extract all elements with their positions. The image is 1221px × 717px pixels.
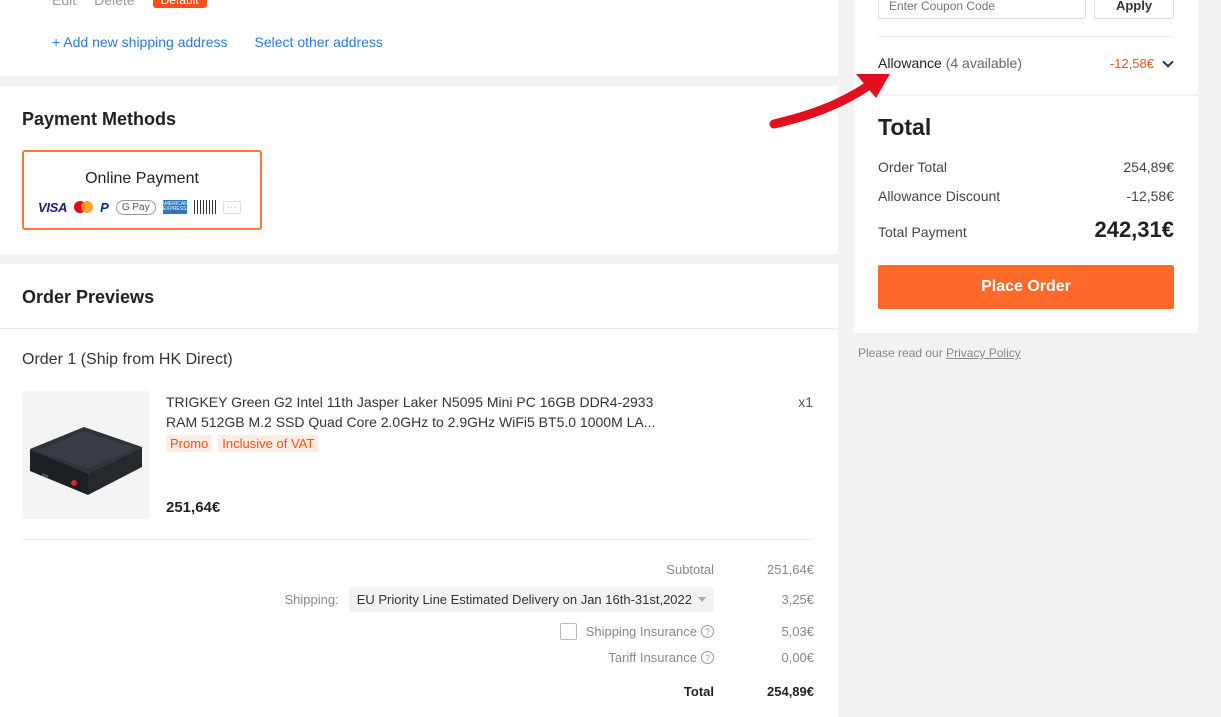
subtotal-row: Subtotal 251,64€ <box>666 562 814 577</box>
payment-methods-title: Payment Methods <box>22 109 177 129</box>
apply-coupon-button[interactable]: Apply <box>1094 0 1174 19</box>
divider <box>0 328 838 329</box>
product-price: 251,64€ <box>166 499 221 516</box>
divider <box>878 36 1174 37</box>
amex-logo: AMERICAN EXPRESS <box>161 200 188 214</box>
total-payment-value: 242,31€ <box>1094 217 1174 242</box>
tariff-insurance-label: Tariff Insurance <box>608 650 697 665</box>
payment-methods-panel: Payment Methods Online Payment VISA P G … <box>0 86 838 254</box>
subtotal-label: Subtotal <box>666 562 714 577</box>
vat-tag: Inclusive of VAT <box>218 435 319 452</box>
allowance-discount-value: -12,58€ <box>1126 188 1174 204</box>
privacy-notice: Please read our Privacy Policy <box>858 346 1021 360</box>
add-shipping-address-link[interactable]: + Add new shipping address <box>52 34 228 50</box>
online-payment-option[interactable]: Online Payment VISA P G Pay AMERICAN EXP… <box>22 150 262 230</box>
tariff-insurance-value: 0,00€ <box>781 650 814 665</box>
paypal-logo: P <box>100 199 109 215</box>
shipping-insurance-row: Shipping Insurance ? 5,03€ <box>559 623 814 640</box>
google-pay-logo: G Pay <box>115 199 156 215</box>
shipping-method-select[interactable]: EU Priority Line Estimated Delivery on J… <box>348 587 714 612</box>
coupon-code-input[interactable] <box>878 0 1086 19</box>
address-links: + Add new shipping address Select other … <box>52 34 383 50</box>
shipping-insurance-label: Shipping Insurance <box>585 624 697 639</box>
allowance-row[interactable]: Allowance (4 available) -12,58€ <box>878 55 1174 71</box>
help-icon[interactable]: ? <box>701 651 714 664</box>
shipping-label: Shipping: <box>284 592 339 607</box>
shipping-value: 3,25€ <box>781 592 814 607</box>
edit-address-link[interactable]: Edit <box>52 0 76 8</box>
allowance-amount: -12,58€ <box>1109 56 1154 71</box>
address-panel: Edit Delete Default + Add new shipping a… <box>0 0 838 76</box>
allowance-available: (4 available) <box>945 55 1022 71</box>
order-ship-from: Order 1 (Ship from HK Direct) <box>22 351 233 368</box>
divider <box>22 539 814 540</box>
product-name[interactable]: TRIGKEY Green G2 Intel 11th Jasper Laker… <box>166 392 666 432</box>
place-order-button[interactable]: Place Order <box>878 265 1174 309</box>
shipping-insurance-value: 5,03€ <box>781 624 814 639</box>
divider <box>854 94 1198 96</box>
order-total-label: Total <box>683 684 714 699</box>
order-total-value: 254,89€ <box>767 684 814 699</box>
product-quantity: x1 <box>798 394 813 410</box>
select-other-address-link[interactable]: Select other address <box>255 34 383 50</box>
mini-pc-image <box>30 427 142 495</box>
order-previews-title: Order Previews <box>22 287 155 307</box>
online-payment-title: Online Payment <box>85 170 199 187</box>
address-actions: Edit Delete Default <box>52 0 207 8</box>
more-icon[interactable]: ··· <box>222 200 241 214</box>
caret-down-icon <box>698 597 706 602</box>
tariff-insurance-row: Tariff Insurance ? 0,00€ <box>608 650 814 665</box>
order-total-row: Total 254,89€ <box>684 684 814 699</box>
order-total-summary-row: Order Total 254,89€ <box>878 159 1174 175</box>
product-tags: Promo Inclusive of VAT <box>166 435 319 452</box>
order-previews-panel: Order Previews Order 1 (Ship from HK Dir… <box>0 264 838 717</box>
privacy-policy-link[interactable]: Privacy Policy <box>946 346 1021 360</box>
product-image[interactable] <box>22 391 150 519</box>
shipping-method-value: EU Priority Line Estimated Delivery on J… <box>356 592 692 607</box>
privacy-prefix: Please read our <box>858 346 943 360</box>
total-payment-label: Total Payment <box>878 224 967 240</box>
total-payment-row: Total Payment 242,31€ <box>878 217 1174 243</box>
visa-logo: VISA <box>38 199 68 215</box>
promo-tag: Promo <box>166 435 213 452</box>
payment-logos: VISA P G Pay AMERICAN EXPRESS ··· <box>38 198 241 216</box>
order-total-summary-label: Order Total <box>878 159 947 175</box>
order-total-summary-value: 254,89€ <box>1123 159 1174 175</box>
allowance-discount-row: Allowance Discount -12,58€ <box>878 188 1174 204</box>
shipping-insurance-checkbox[interactable] <box>559 623 577 640</box>
subtotal-value: 251,64€ <box>767 562 814 577</box>
boleto-logo <box>193 200 216 214</box>
annotation-arrow-icon <box>769 74 890 129</box>
allowance-discount-label: Allowance Discount <box>878 188 1001 204</box>
help-icon[interactable]: ? <box>701 625 714 638</box>
shipping-row: Shipping: EU Priority Line Estimated Del… <box>284 587 814 612</box>
chevron-down-icon[interactable] <box>1162 56 1174 68</box>
delete-address-link[interactable]: Delete <box>94 0 134 8</box>
mastercard-logo <box>74 200 94 214</box>
order-summary-panel: Apply Allowance (4 available) -12,58€ To… <box>854 0 1198 333</box>
default-badge: Default <box>152 0 207 8</box>
